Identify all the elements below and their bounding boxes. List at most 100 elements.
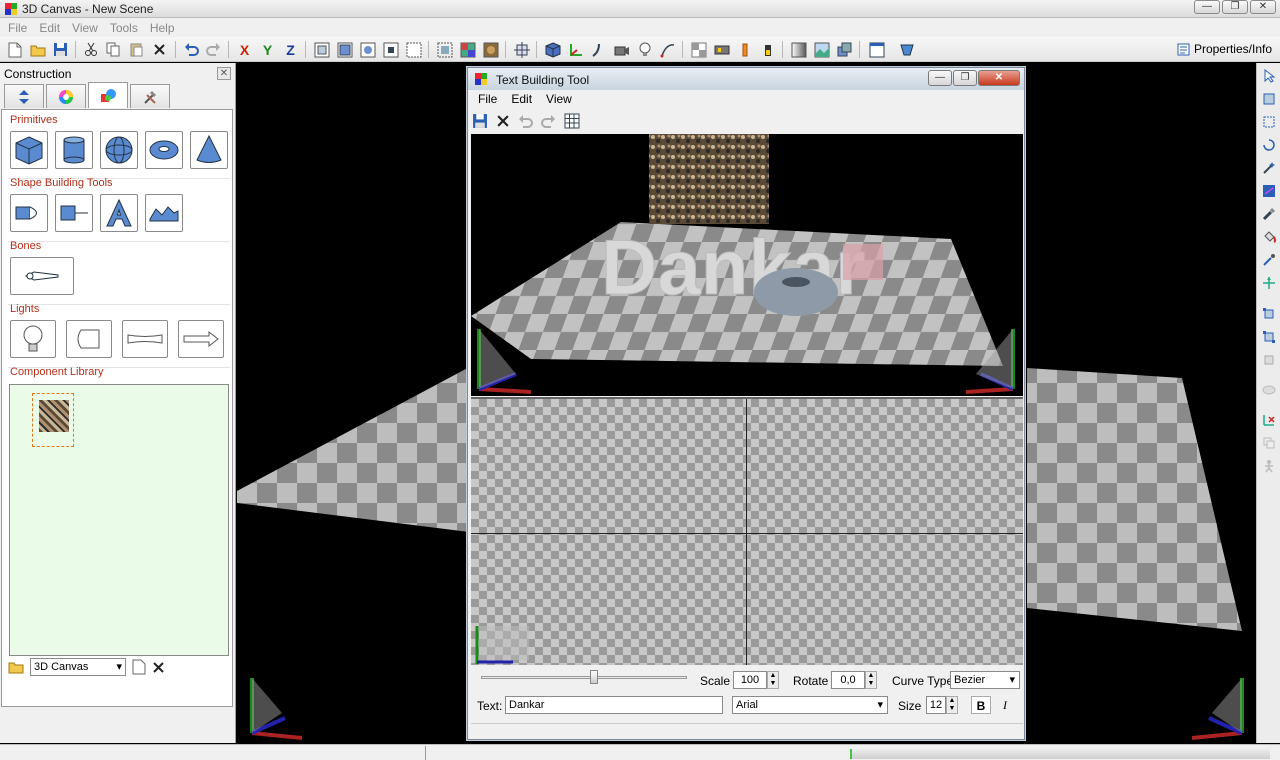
- layers-icon[interactable]: [836, 41, 853, 58]
- minimize-button[interactable]: —: [1194, 0, 1220, 14]
- scale-stepper[interactable]: ▲ ▼: [767, 671, 779, 689]
- pointer-icon[interactable]: [1260, 67, 1278, 85]
- dialog-minimize-button[interactable]: —: [928, 70, 952, 86]
- point-light-button[interactable]: [10, 320, 56, 358]
- library-item-texture[interactable]: [32, 393, 74, 447]
- tab-tools[interactable]: [130, 84, 170, 108]
- eyedropper-icon[interactable]: [1260, 251, 1278, 269]
- menu-tools[interactable]: Tools: [104, 21, 144, 35]
- scale-disabled-icon[interactable]: [1260, 351, 1278, 369]
- directional-light-button[interactable]: [178, 320, 224, 358]
- dialog-menu-edit[interactable]: Edit: [505, 91, 540, 107]
- graph-icon[interactable]: [1260, 182, 1278, 200]
- cut-icon[interactable]: [82, 41, 99, 58]
- size-input[interactable]: 12: [926, 696, 946, 714]
- copy-icon[interactable]: [105, 41, 122, 58]
- zoom-window-icon[interactable]: [405, 41, 422, 58]
- text-input[interactable]: Dankar: [505, 696, 723, 714]
- select-box-icon[interactable]: [1260, 90, 1278, 108]
- scale-all-icon[interactable]: [1260, 328, 1278, 346]
- rotate-input[interactable]: 0,0: [831, 671, 865, 689]
- menu-edit[interactable]: Edit: [33, 21, 66, 35]
- close-button[interactable]: ✕: [1250, 0, 1276, 14]
- dialog-menu-file[interactable]: File: [472, 91, 505, 107]
- checker-icon[interactable]: [690, 41, 707, 58]
- bone-icon[interactable]: [590, 41, 607, 58]
- snap-icon[interactable]: [513, 41, 530, 58]
- export-icon[interactable]: [898, 41, 915, 58]
- extrude-tool-button[interactable]: [55, 194, 93, 232]
- texture-icon[interactable]: [459, 41, 476, 58]
- path-icon[interactable]: [659, 41, 676, 58]
- axis-icon[interactable]: [1260, 411, 1278, 429]
- menu-view[interactable]: View: [66, 21, 104, 35]
- render-icon[interactable]: [713, 41, 730, 58]
- axis-z-icon[interactable]: Z: [282, 41, 299, 58]
- delete-icon[interactable]: [496, 114, 510, 128]
- maximize-button[interactable]: ❐: [1222, 0, 1248, 14]
- text-tool-button[interactable]: [100, 194, 138, 232]
- zoom-all-icon[interactable]: [359, 41, 376, 58]
- italic-button[interactable]: I: [995, 696, 1015, 714]
- crayon-icon[interactable]: [736, 41, 753, 58]
- copy-disabled-icon[interactable]: [1260, 434, 1278, 452]
- bold-button[interactable]: B: [971, 696, 991, 714]
- tab-construction[interactable]: [88, 82, 128, 108]
- scale-icon[interactable]: [1260, 305, 1278, 323]
- battery-icon[interactable]: [759, 41, 776, 58]
- redo-icon[interactable]: [541, 114, 556, 128]
- rotate-stepper[interactable]: ▲ ▼: [865, 671, 877, 689]
- undo-icon[interactable]: [183, 41, 200, 58]
- font-select[interactable]: Arial: [732, 696, 888, 714]
- open-folder-icon[interactable]: [29, 41, 46, 58]
- brush-icon[interactable]: [1260, 205, 1278, 223]
- rotate-icon[interactable]: [1260, 136, 1278, 154]
- axis-y-icon[interactable]: Y: [259, 41, 276, 58]
- library-select[interactable]: 3D Canvas: [30, 658, 126, 676]
- move-gizmo-icon[interactable]: [1260, 274, 1278, 292]
- size-stepper[interactable]: ▲ ▼: [946, 696, 958, 714]
- open-folder-icon[interactable]: [8, 660, 24, 674]
- zoom-slider-track[interactable]: [481, 676, 687, 679]
- gradient-icon[interactable]: [790, 41, 807, 58]
- light-bulb-icon[interactable]: [636, 41, 653, 58]
- scale-input[interactable]: 100: [733, 671, 767, 689]
- select-dashed-icon[interactable]: [1260, 113, 1278, 131]
- curve-type-select[interactable]: Bezier: [950, 671, 1020, 689]
- dialog-close-button[interactable]: ✕: [978, 70, 1020, 86]
- text-edit-canvas[interactable]: [471, 397, 1023, 665]
- axis-x-icon[interactable]: X: [236, 41, 253, 58]
- menu-help[interactable]: Help: [144, 21, 181, 35]
- background-image-icon[interactable]: [813, 41, 830, 58]
- tab-colors[interactable]: [46, 84, 86, 108]
- zoom-extents-icon[interactable]: [313, 41, 330, 58]
- axes-icon[interactable]: [567, 41, 584, 58]
- menu-file[interactable]: File: [2, 21, 33, 35]
- terrain-tool-button[interactable]: [145, 194, 183, 232]
- spot-light-button[interactable]: [66, 320, 112, 358]
- new-file-icon[interactable]: [6, 41, 23, 58]
- save-icon[interactable]: [472, 113, 488, 129]
- cube-icon[interactable]: [544, 41, 561, 58]
- camera-icon[interactable]: [613, 41, 630, 58]
- window-icon[interactable]: [868, 41, 885, 58]
- lathe-tool-button[interactable]: [10, 194, 48, 232]
- bone-tool-button[interactable]: [10, 257, 74, 295]
- tab-navigation[interactable]: [4, 84, 44, 108]
- zoom-selected-icon[interactable]: [336, 41, 353, 58]
- panel-close-button[interactable]: ✕: [217, 67, 231, 80]
- primitive-cylinder-button[interactable]: [55, 131, 93, 169]
- undo-icon[interactable]: [518, 114, 533, 128]
- save-icon[interactable]: [52, 41, 69, 58]
- new-file-icon[interactable]: [132, 659, 146, 675]
- zoom-view-icon[interactable]: [382, 41, 399, 58]
- material-icon[interactable]: [482, 41, 499, 58]
- text-preview-viewport[interactable]: Dankar: [471, 134, 1023, 396]
- primitive-torus-button[interactable]: [145, 131, 183, 169]
- grid-icon[interactable]: [564, 113, 580, 129]
- paint-bucket-icon[interactable]: [1260, 228, 1278, 246]
- primitive-cone-button[interactable]: [190, 131, 228, 169]
- primitive-cube-button[interactable]: [10, 131, 48, 169]
- primitive-sphere-button[interactable]: [100, 131, 138, 169]
- properties-info-button[interactable]: Properties/Info: [1177, 42, 1272, 56]
